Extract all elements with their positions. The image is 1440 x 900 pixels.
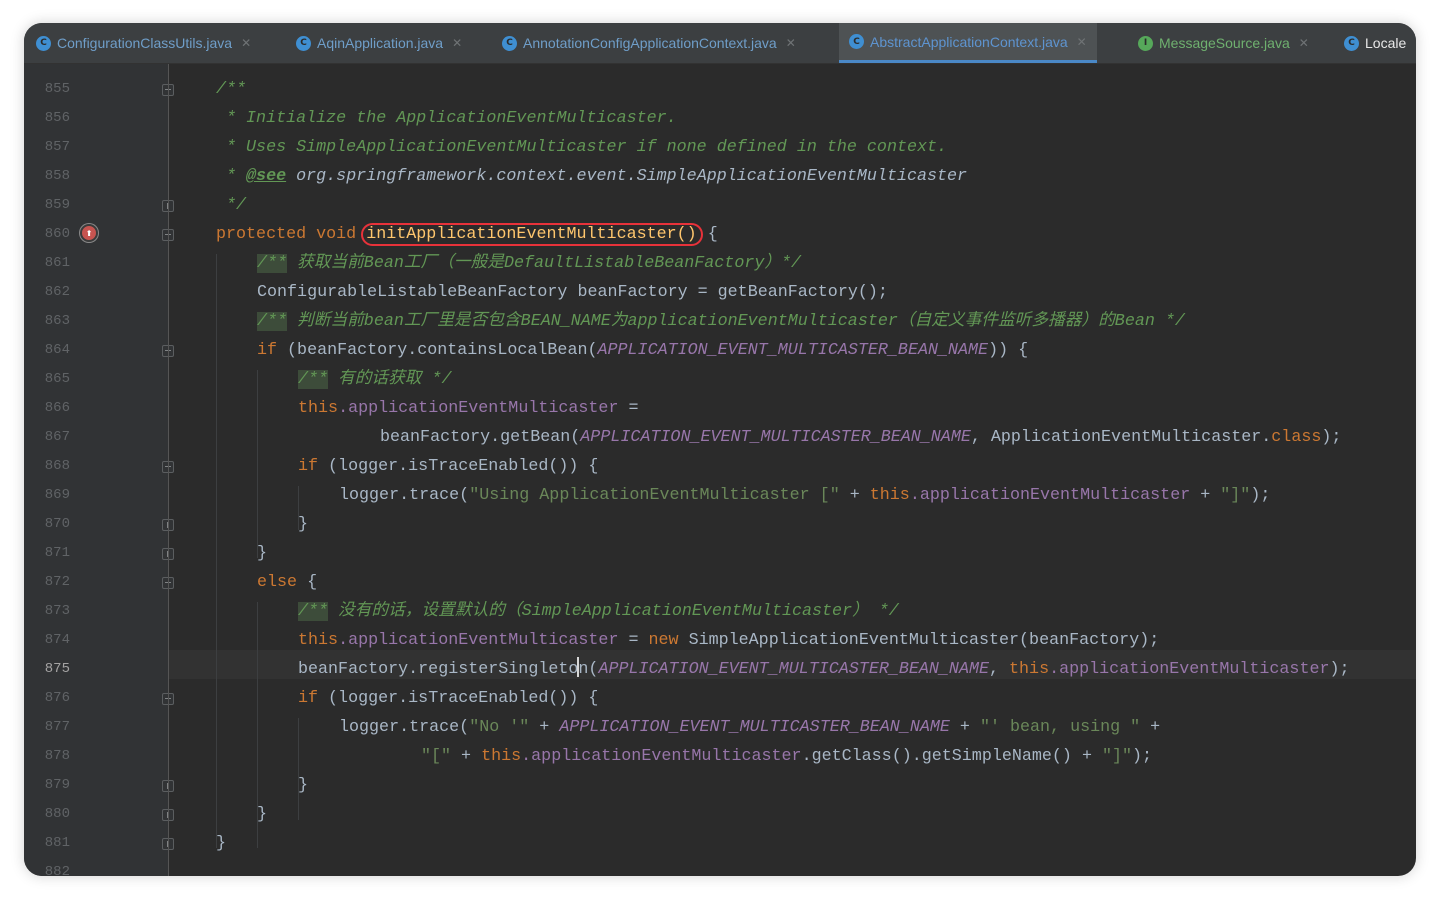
tab-label: AnnotationConfigApplicationContext.java xyxy=(523,35,777,51)
line-number: 871 xyxy=(44,545,70,561)
line-number: 865 xyxy=(44,371,70,387)
close-icon[interactable]: ✕ xyxy=(1299,36,1309,50)
code-line-859: */ xyxy=(216,196,247,215)
line-number: 868 xyxy=(44,458,70,474)
line-number: 879 xyxy=(44,777,70,793)
code-line-869: logger.trace("Using ApplicationEventMult… xyxy=(339,486,1271,505)
close-icon[interactable]: ✕ xyxy=(786,36,796,50)
line-number: 880 xyxy=(44,806,70,822)
line-number: 870 xyxy=(44,516,70,532)
class-icon: C xyxy=(296,35,311,51)
override-marker-icon[interactable]: ⬆ xyxy=(80,224,98,242)
tab-locale[interactable]: C Locale xyxy=(1344,23,1406,63)
code-line-863: /** 判断当前bean工厂里是否包含BEAN_NAME为application… xyxy=(257,312,1185,331)
code-line-860: protected void initApplicationEventMulti… xyxy=(216,223,718,246)
code-line-870: } xyxy=(298,515,309,534)
line-number: 878 xyxy=(44,748,70,764)
line-number: 876 xyxy=(44,690,70,706)
tab-label: ConfigurationClassUtils.java xyxy=(57,35,233,51)
code-line-881: } xyxy=(216,834,227,853)
class-icon: C xyxy=(36,35,51,51)
editor-tab-bar: C ConfigurationClassUtils.java ✕ C AqinA… xyxy=(24,23,1416,64)
tab-label: AbstractApplicationContext.java xyxy=(870,33,1068,50)
line-number: 857 xyxy=(44,139,70,155)
tab-label: AqinApplication.java xyxy=(317,35,444,51)
interface-icon: I xyxy=(1138,35,1153,51)
line-number: 877 xyxy=(44,719,70,735)
code-content[interactable]: /** * Initialize the ApplicationEventMul… xyxy=(216,64,1416,876)
line-number: 856 xyxy=(44,110,70,126)
line-number: 859 xyxy=(44,197,70,213)
close-icon[interactable]: ✕ xyxy=(452,36,462,50)
line-number: 867 xyxy=(44,429,70,445)
tab-label: MessageSource.java xyxy=(1159,35,1290,51)
class-icon: C xyxy=(502,35,517,51)
code-editor[interactable]: 855 856 857 858 859 860 861 862 863 864 … xyxy=(24,64,1416,876)
line-number: 863 xyxy=(44,313,70,329)
tab-abstract-application-context[interactable]: C AbstractApplicationContext.java ✕ xyxy=(839,23,1097,63)
code-line-875: beanFactory.registerSingleton(APPLICATIO… xyxy=(298,655,1350,684)
code-line-858: * @see org.springframework.context.event… xyxy=(216,167,968,186)
line-number: 873 xyxy=(44,603,70,619)
line-number: 855 xyxy=(44,81,70,97)
close-icon[interactable]: ✕ xyxy=(241,36,251,50)
code-line-866: this.applicationEventMulticaster = xyxy=(298,399,639,418)
line-number: 869 xyxy=(44,487,70,503)
code-line-861: /** 获取当前Bean工厂（一般是DefaultListableBeanFac… xyxy=(257,254,802,273)
line-number: 858 xyxy=(44,168,70,184)
code-line-873: /** 没有的话，设置默认的（SimpleApplicationEventMul… xyxy=(298,602,899,621)
code-line-876: if (logger.isTraceEnabled()) { xyxy=(298,689,599,708)
code-line-855: /** xyxy=(216,80,247,99)
ide-window: C ConfigurationClassUtils.java ✕ C AqinA… xyxy=(24,23,1416,876)
tab-aqin-application[interactable]: C AqinApplication.java ✕ xyxy=(296,23,462,63)
line-number-current: 875 xyxy=(44,661,70,677)
line-number: 862 xyxy=(44,284,70,300)
code-line-867: beanFactory.getBean(APPLICATION_EVENT_MU… xyxy=(380,428,1342,447)
code-line-864: if (beanFactory.containsLocalBean(APPLIC… xyxy=(257,341,1029,360)
tab-label: Locale xyxy=(1365,35,1407,51)
code-line-856: * Initialize the ApplicationEventMultica… xyxy=(216,109,677,128)
code-line-872: else { xyxy=(257,573,318,592)
code-line-862: ConfigurableListableBeanFactory beanFact… xyxy=(257,283,888,302)
line-number: 874 xyxy=(44,632,70,648)
gutter: 855 856 857 858 859 860 861 862 863 864 … xyxy=(24,64,174,876)
abstract-class-icon: C xyxy=(849,34,864,49)
gutter-divider xyxy=(168,64,169,876)
code-line-874: this.applicationEventMulticaster = new S… xyxy=(298,631,1160,650)
tab-message-source[interactable]: I MessageSource.java ✕ xyxy=(1138,23,1309,63)
close-icon[interactable]: ✕ xyxy=(1077,35,1087,49)
code-line-879: } xyxy=(298,776,309,795)
tab-configuration-class-utils[interactable]: C ConfigurationClassUtils.java ✕ xyxy=(36,23,251,63)
method-name-highlight: initApplicationEventMulticaster() xyxy=(361,223,703,246)
code-line-877: logger.trace("No '" + APPLICATION_EVENT_… xyxy=(339,718,1161,737)
line-number: 861 xyxy=(44,255,70,271)
code-line-857: * Uses SimpleApplicationEventMulticaster… xyxy=(216,138,948,157)
line-number: 881 xyxy=(44,835,70,851)
line-number: 882 xyxy=(44,864,70,876)
tab-annotation-config-application-context[interactable]: C AnnotationConfigApplicationContext.jav… xyxy=(502,23,796,63)
code-line-880: } xyxy=(257,805,268,824)
code-line-868: if (logger.isTraceEnabled()) { xyxy=(298,457,599,476)
code-line-871: } xyxy=(257,544,268,563)
line-number: 872 xyxy=(44,574,70,590)
line-number: 866 xyxy=(44,400,70,416)
code-line-878: "[" + this.applicationEventMulticaster.g… xyxy=(421,747,1153,766)
line-number: 860 xyxy=(44,226,70,242)
class-icon: C xyxy=(1344,35,1359,51)
code-line-865: /** 有的话获取 */ xyxy=(298,370,452,389)
line-number: 864 xyxy=(44,342,70,358)
